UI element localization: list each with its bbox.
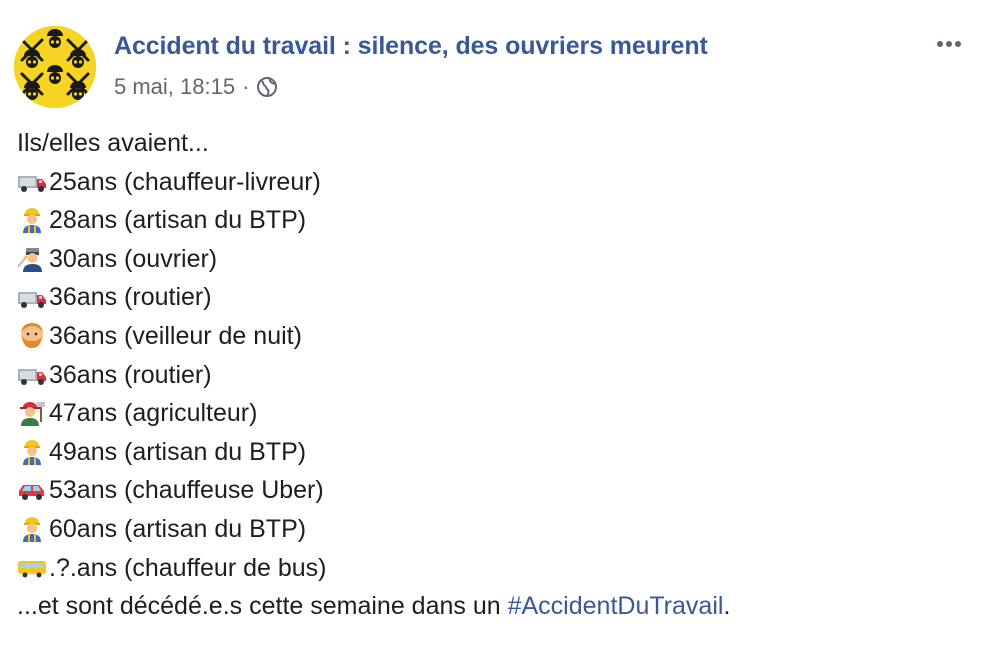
list-item-text: 47ans (agriculteur) <box>49 399 258 428</box>
facebook-post: Accident du travail : silence, des ouvri… <box>0 0 986 652</box>
post-outro: ...et sont décédé.e.s cette semaine dans… <box>17 587 730 626</box>
list-item: 36ans (routier) <box>17 356 730 395</box>
factory-worker-icon <box>17 245 47 273</box>
list-item: 53ans (chauffeuse Uber) <box>17 471 730 510</box>
list-item: .?.ans (chauffeur de bus) <box>17 549 730 588</box>
list-item-text: 28ans (artisan du BTP) <box>49 206 307 235</box>
post-timestamp[interactable]: 5 mai, 18:15 <box>114 74 235 100</box>
list-item: 28ans (artisan du BTP) <box>17 201 730 240</box>
page-name-link[interactable]: Accident du travail : silence, des ouvri… <box>114 32 708 61</box>
list-item-text: 36ans (routier) <box>49 283 212 312</box>
post-header: Accident du travail : silence, des ouvri… <box>14 26 974 108</box>
list-item: 36ans (veilleur de nuit) <box>17 317 730 356</box>
bearded-man-icon <box>17 322 47 350</box>
outro-text: ...et sont décédé.e.s cette semaine dans… <box>17 592 508 621</box>
delivery-truck-icon <box>17 168 47 196</box>
list-item: 47ans (agriculteur) <box>17 394 730 433</box>
delivery-truck-icon <box>17 284 47 312</box>
list-item: 30ans (ouvrier) <box>17 240 730 279</box>
post-meta: 5 mai, 18:15 · <box>114 74 278 100</box>
list-item: 25ans (chauffeur-livreur) <box>17 163 730 202</box>
post-intro: Ils/elles avaient... <box>17 129 209 157</box>
list-item: 60ans (artisan du BTP) <box>17 510 730 549</box>
list-item-text: 53ans (chauffeuse Uber) <box>49 476 324 505</box>
more-options-icon[interactable] <box>935 32 962 52</box>
outro-end: . <box>723 592 731 621</box>
construction-worker-icon <box>17 206 47 234</box>
list-item-text: 49ans (artisan du BTP) <box>49 437 307 466</box>
skull-helmet-logo-icon <box>14 26 96 108</box>
list-item-text: .?.ans (chauffeur de bus) <box>49 553 327 582</box>
list-item-text: 60ans (artisan du BTP) <box>49 514 307 543</box>
car-icon <box>17 477 47 505</box>
bus-icon <box>17 554 47 582</box>
post-message: Ils/elles avaient... 25ans (chauffeur-li… <box>17 124 730 626</box>
list-item-text: 36ans (routier) <box>49 360 212 389</box>
delivery-truck-icon <box>17 361 47 389</box>
farmer-icon <box>17 399 47 427</box>
list-item: 49ans (artisan du BTP) <box>17 433 730 472</box>
list-item-text: 30ans (ouvrier) <box>49 244 218 273</box>
list-item-text: 36ans (veilleur de nuit) <box>49 321 302 350</box>
globe-icon[interactable] <box>256 76 278 98</box>
construction-worker-icon <box>17 515 47 543</box>
meta-separator: · <box>242 74 250 99</box>
page-avatar[interactable] <box>14 26 96 108</box>
list-item: 36ans (routier) <box>17 278 730 317</box>
construction-worker-icon <box>17 438 47 466</box>
list-item-text: 25ans (chauffeur-livreur) <box>49 167 321 196</box>
hashtag-link[interactable]: #AccidentDuTravail <box>508 587 724 626</box>
